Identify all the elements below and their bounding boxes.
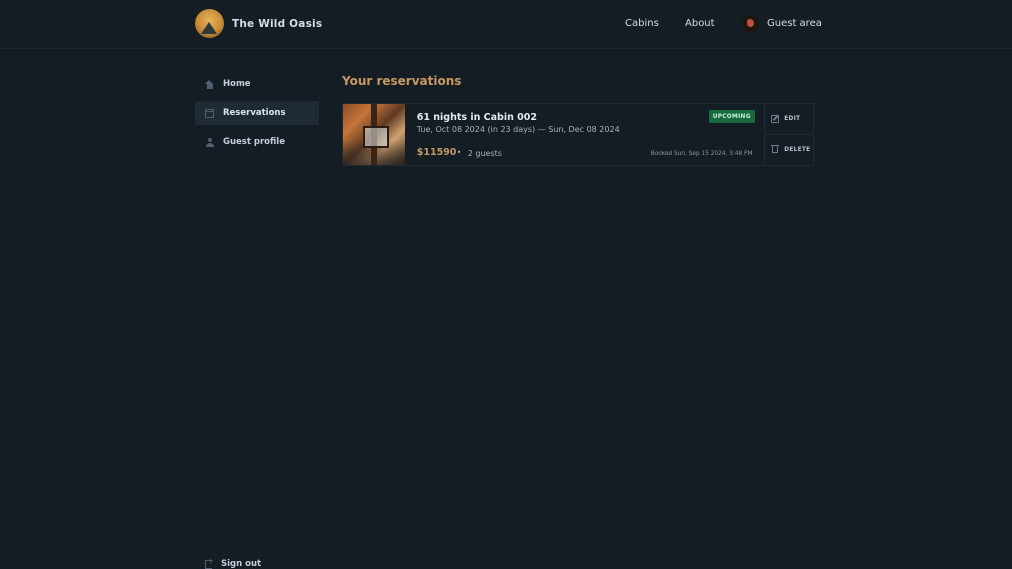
reservation-details: 61 nights in Cabin 002 Tue, Oct 08 2024 … [405,104,764,165]
reservation-price: $11590 [416,147,457,158]
reservation-actions: EDIT DELETE [764,104,813,165]
sidebar-item-label: Home [223,79,251,89]
user-icon [205,137,214,147]
pencil-icon [771,115,780,123]
logo-icon [195,9,224,38]
delete-button[interactable]: DELETE [765,134,813,164]
sign-out-icon [205,556,213,569]
nav-cabins-link[interactable]: Cabins [625,18,659,29]
calendar-icon [205,108,214,118]
top-header: The Wild Oasis Cabins About Guest area [0,0,1012,49]
sidebar-item-label: Reservations [223,108,286,118]
home-icon [205,79,214,89]
cabin-image [343,104,405,165]
delete-label: DELETE [784,146,811,153]
reservation-guests: 2 guests [467,149,502,158]
nav-about-link[interactable]: About [685,18,715,29]
brand-link[interactable]: The Wild Oasis [195,9,322,38]
sidebar-item-home[interactable]: Home [195,72,319,96]
reservation-dates: Tue, Oct 08 2024 (in 23 days) — Sun, Dec… [416,125,620,134]
separator-dot: • [456,148,462,157]
guest-area-label: Guest area [767,18,822,29]
sign-out-label: Sign out [221,559,262,569]
edit-button[interactable]: EDIT [765,104,813,134]
sidebar-item-guest-profile[interactable]: Guest profile [195,130,319,154]
sidebar-item-reservations[interactable]: Reservations [195,101,319,125]
nav-guest-area-link[interactable]: Guest area [742,15,822,32]
edit-label: EDIT [784,116,801,122]
trash-icon [771,145,780,153]
booked-date: Booked Sun, Sep 15 2024, 3:48 PM [650,151,753,157]
sidebar: Home Reservations Guest profile Sign out [195,70,319,569]
reservation-title: 61 nights in Cabin 002 [416,112,538,123]
reservation-card: 61 nights in Cabin 002 Tue, Oct 08 2024 … [342,103,814,166]
sidebar-item-label: Guest profile [223,137,285,147]
avatar [742,15,759,32]
sign-out-button[interactable]: Sign out [195,552,319,569]
brand-name: The Wild Oasis [232,17,323,30]
status-badge: UPCOMING [708,110,755,123]
page-title: Your reservations [342,74,462,88]
